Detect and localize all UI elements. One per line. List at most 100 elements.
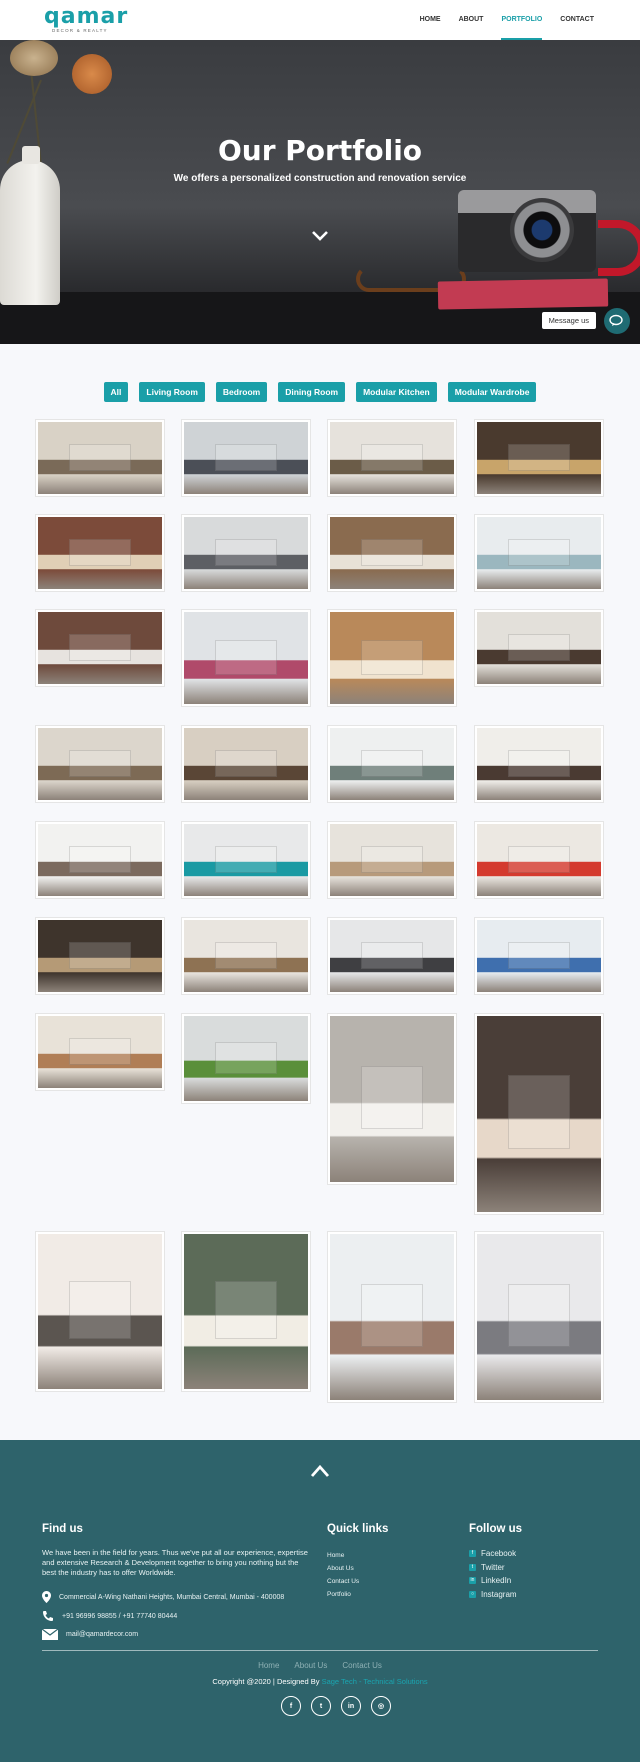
nav-contact[interactable]: CONTACT: [560, 0, 594, 40]
gallery-image: [361, 749, 423, 777]
gallery-item[interactable]: [36, 420, 164, 496]
filter-all[interactable]: All: [103, 382, 129, 402]
quick-link-contact[interactable]: Contact Us: [327, 1575, 359, 1588]
nav-home[interactable]: HOME: [420, 0, 441, 40]
follow-instagram-label: Instagram: [481, 1589, 517, 1599]
logo-text: qamar: [44, 4, 129, 30]
bottom-link-contact[interactable]: Contact Us: [342, 1661, 382, 1670]
gallery-item[interactable]: [475, 515, 603, 591]
gallery-item[interactable]: [182, 1232, 310, 1391]
find-us-text: We have been in the field for years. Thu…: [42, 1548, 308, 1577]
dried-flower: [72, 54, 112, 94]
gallery-item[interactable]: [328, 726, 456, 802]
gallery-image: [361, 1283, 423, 1347]
gallery-image: [69, 633, 131, 661]
gallery-item[interactable]: [182, 515, 310, 591]
quick-link-home[interactable]: Home: [327, 1549, 359, 1562]
filter-modular-kitchen[interactable]: Modular Kitchen: [356, 382, 437, 402]
gallery-item[interactable]: [36, 918, 164, 994]
gallery-item[interactable]: [475, 822, 603, 898]
camera-lens: [510, 198, 574, 262]
gallery-item[interactable]: [182, 918, 310, 994]
email-text[interactable]: mail@qamardecor.com: [66, 1631, 138, 1638]
gallery-image: [69, 845, 131, 873]
gallery-item[interactable]: [475, 726, 603, 802]
bottom-link-about[interactable]: About Us: [294, 1661, 327, 1670]
gallery-image: [69, 443, 131, 471]
follow-linkedin-label: LinkedIn: [481, 1576, 512, 1585]
gallery-item[interactable]: [182, 420, 310, 496]
gallery-item[interactable]: [36, 610, 164, 686]
instagram-icon[interactable]: ◎: [371, 1696, 391, 1716]
location-pin-icon: [42, 1591, 51, 1603]
gallery-item[interactable]: [328, 515, 456, 591]
mail-icon: [42, 1629, 58, 1640]
gallery-image: [361, 941, 423, 969]
logo[interactable]: qamar DECOR & REALTY: [44, 6, 128, 34]
gallery-item[interactable]: [475, 918, 603, 994]
filter-modular-wardrobe[interactable]: Modular Wardrobe: [447, 382, 537, 402]
gallery-item[interactable]: [182, 1014, 310, 1103]
gallery-item[interactable]: [475, 420, 603, 496]
gallery-item[interactable]: [36, 1232, 164, 1391]
gallery-image: [215, 538, 277, 566]
gallery-item[interactable]: [182, 610, 310, 706]
gallery-item[interactable]: [36, 822, 164, 898]
page-title: Our Portfolio: [217, 134, 423, 167]
gallery-item[interactable]: [36, 726, 164, 802]
site-header: qamar DECOR & REALTY HOME ABOUT PORTFOLI…: [0, 0, 640, 40]
facebook-icon[interactable]: f: [281, 1696, 301, 1716]
chat-icon: [609, 314, 623, 326]
gallery-image: [508, 845, 570, 873]
gallery-item[interactable]: [182, 726, 310, 802]
instagram-icon: ○: [469, 1590, 476, 1598]
follow-linkedin[interactable]: in LinkedIn: [469, 1574, 517, 1588]
gallery-item[interactable]: [475, 610, 603, 686]
follow-instagram[interactable]: ○ Instagram: [469, 1588, 517, 1602]
quick-link-portfolio[interactable]: Portfolio: [327, 1588, 359, 1601]
gallery-item[interactable]: [36, 515, 164, 591]
linkedin-icon[interactable]: in: [341, 1696, 361, 1716]
gallery-item[interactable]: [475, 1232, 603, 1402]
message-us-label[interactable]: Message us: [541, 312, 596, 329]
bottom-link-home[interactable]: Home: [258, 1661, 279, 1670]
gallery-image: [361, 845, 423, 873]
gallery-item[interactable]: [475, 1014, 603, 1214]
filter-living-room[interactable]: Living Room: [139, 382, 205, 402]
gallery-item[interactable]: [36, 1014, 164, 1090]
gallery-item[interactable]: [328, 610, 456, 706]
gallery-item[interactable]: [328, 918, 456, 994]
copyright: Copyright @2020 | Designed By Sage Tech …: [0, 1677, 640, 1686]
gallery-image: [508, 443, 570, 471]
footer-bottom-links: Home About Us Contact Us: [0, 1661, 640, 1670]
follow-us-title: Follow us: [469, 1523, 523, 1535]
gallery-item[interactable]: [328, 1014, 456, 1184]
nav-about[interactable]: ABOUT: [459, 0, 484, 40]
chevron-up-icon[interactable]: [310, 1462, 330, 1480]
filter-dining-room[interactable]: Dining Room: [278, 382, 346, 402]
facebook-icon: f: [469, 1550, 476, 1558]
phone-text[interactable]: +91 96996 98855 / +91 77740 80444: [62, 1613, 177, 1620]
find-us-title: Find us: [42, 1523, 83, 1535]
follow-facebook[interactable]: f Facebook: [469, 1547, 517, 1561]
gallery-image: [508, 633, 570, 661]
linkedin-icon: in: [469, 1577, 476, 1585]
nav-portfolio[interactable]: PORTFOLIO: [501, 0, 543, 40]
gallery-image: [215, 845, 277, 873]
address-row: Commercial A-Wing Nathani Heights, Mumba…: [42, 1591, 284, 1603]
chat-button[interactable]: [604, 308, 630, 334]
quick-link-about[interactable]: About Us: [327, 1562, 359, 1575]
gallery-item[interactable]: [328, 420, 456, 496]
chevron-down-icon[interactable]: [310, 226, 330, 246]
gallery-image: [215, 749, 277, 777]
phone-icon: [43, 1611, 53, 1621]
gallery-image: [69, 749, 131, 777]
gallery-item[interactable]: [182, 822, 310, 898]
twitter-icon[interactable]: t: [311, 1696, 331, 1716]
gallery-item[interactable]: [328, 822, 456, 898]
designer-link[interactable]: Sage Tech - Technical Solutions: [322, 1677, 428, 1686]
filter-bedroom[interactable]: Bedroom: [215, 382, 268, 402]
gallery-image: [361, 639, 423, 675]
gallery-item[interactable]: [328, 1232, 456, 1402]
follow-twitter[interactable]: t Twitter: [469, 1561, 517, 1575]
